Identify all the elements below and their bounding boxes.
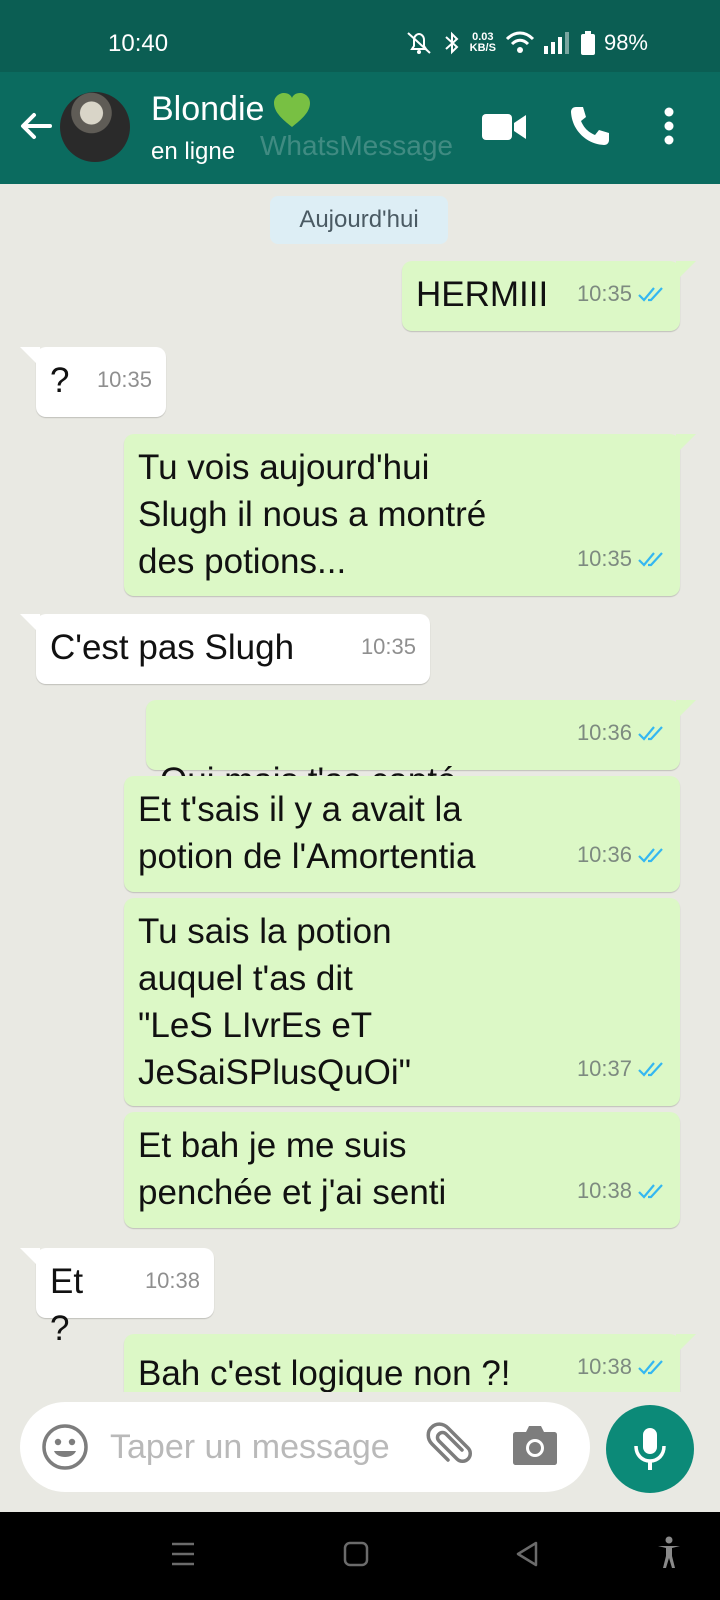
attach-icon[interactable] (424, 1422, 474, 1472)
message-out[interactable]: Et t'sais il y a avait la potion de l'Am… (124, 776, 680, 892)
double-check-read-icon (638, 551, 663, 567)
message-meta: 10:35 (577, 535, 666, 582)
back-nav-icon[interactable] (514, 1540, 540, 1568)
accessibility-icon[interactable] (656, 1536, 682, 1570)
message-time: 10:36 (576, 720, 632, 745)
message-meta: 10:37 (577, 1045, 666, 1092)
message-out[interactable]: Oui mais t'as capté 10:36 (146, 700, 696, 847)
message-in[interactable]: ? 10:35 (20, 347, 166, 417)
bubble-tail (676, 261, 696, 281)
double-check-read-icon (638, 286, 663, 302)
message-out[interactable]: Tu sais la potion auquel t'as dit "LeS L… (124, 898, 680, 1106)
bubble-tail (676, 1334, 696, 1354)
mic-button[interactable] (606, 1405, 694, 1493)
bubble-tail (20, 614, 40, 634)
signal-icon (543, 32, 569, 54)
back-arrow-icon[interactable] (16, 106, 56, 146)
status-icons: 0.03 KB/S 98% (404, 30, 648, 56)
message-time: 10:35 (576, 281, 632, 306)
system-nav-bar (0, 1512, 720, 1600)
recent-apps-icon[interactable] (170, 1540, 196, 1568)
video-call-icon[interactable] (482, 110, 528, 144)
double-check-read-icon (638, 725, 663, 741)
message-time: 10:36 (576, 842, 632, 867)
message-time: 10:35 (576, 546, 632, 571)
message-meta: 10:38 (145, 1257, 200, 1304)
bubble-tail (676, 434, 696, 454)
message-meta: 10:35 (97, 356, 152, 403)
message-meta: 10:35 (361, 623, 416, 670)
date-chip: Aujourd'hui (270, 196, 448, 244)
bluetooth-icon (444, 31, 459, 55)
emoji-icon[interactable] (40, 1422, 90, 1472)
double-check-read-icon (638, 1359, 663, 1375)
message-input-placeholder: Taper un message (110, 1428, 390, 1466)
home-icon[interactable] (343, 1540, 369, 1568)
network-speed: 0.03 KB/S (469, 31, 496, 54)
battery-icon (580, 31, 595, 55)
camera-icon[interactable] (512, 1422, 558, 1468)
battery-percent: 98% (603, 30, 648, 55)
chat-header: Blondie en ligne WhatsMessage (0, 72, 720, 184)
message-time: 10:37 (576, 1056, 632, 1081)
message-meta: 10:35 (577, 270, 666, 317)
chat-area[interactable]: Aujourd'hui HERMIII 10:35 ? 10:35 Tu voi… (0, 184, 720, 1392)
contact-avatar[interactable] (60, 92, 130, 162)
message-meta: 10:36 (577, 831, 666, 878)
mute-bell-icon (406, 32, 431, 54)
message-in[interactable]: C'est pas Slugh 10:35 (20, 614, 430, 684)
status-time: 10:40 (108, 30, 169, 57)
message-time: 10:35 (360, 634, 416, 659)
message-out[interactable]: Tu vois aujourd'hui Slugh il nous a mont… (124, 434, 696, 596)
message-out[interactable]: HERMIII 10:35 (402, 261, 696, 331)
message-time: 10:35 (96, 367, 152, 392)
status-bar: 10:40 0.03 KB/S 98% (0, 0, 720, 72)
message-time: 10:38 (144, 1268, 200, 1293)
message-meta: 10:36 (577, 709, 666, 756)
voice-call-icon[interactable] (568, 104, 612, 148)
mic-icon (634, 1428, 666, 1470)
message-time: 10:38 (576, 1354, 632, 1379)
message-out[interactable]: Bah c'est logique non ?! 10:38 (124, 1334, 696, 1392)
bubble-tail (20, 347, 40, 367)
message-meta: 10:38 (577, 1167, 666, 1214)
message-out[interactable]: Et bah je me suis penchée et j'ai senti … (124, 1112, 680, 1228)
wifi-icon (505, 31, 535, 53)
double-check-read-icon (638, 1061, 663, 1077)
message-time: 10:38 (576, 1178, 632, 1203)
input-bar: Taper un message (0, 1392, 720, 1512)
watermark: WhatsMessage (260, 130, 453, 161)
message-in[interactable]: Et ? 10:38 (20, 1248, 214, 1348)
bubble-tail (676, 700, 696, 720)
contact-name[interactable]: Blondie (151, 90, 312, 129)
message-input[interactable]: Taper un message (20, 1402, 590, 1492)
double-check-read-icon (638, 847, 663, 863)
double-check-read-icon (638, 1183, 663, 1199)
contact-status: en ligne (151, 138, 236, 165)
more-vert-icon[interactable] (662, 106, 676, 146)
bubble-tail (20, 1248, 40, 1268)
message-meta: 10:38 (577, 1343, 666, 1390)
green-heart-icon (274, 92, 311, 127)
